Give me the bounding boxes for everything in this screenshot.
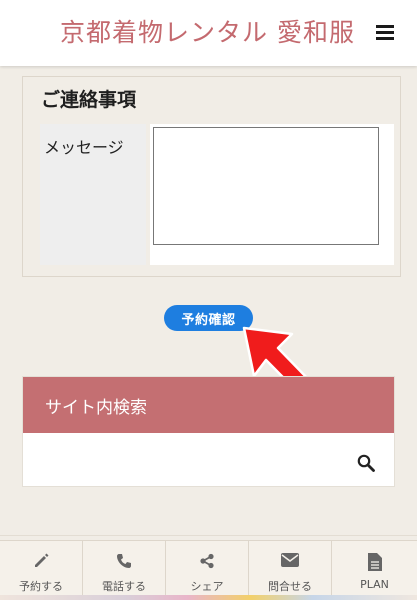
nav-item-inquiry[interactable]: 問合せる (249, 541, 332, 596)
message-label: メッセージ (44, 138, 124, 157)
nav-item-share[interactable]: シェア (166, 541, 249, 596)
document-icon (367, 553, 382, 571)
phone-icon (117, 554, 131, 568)
share-icon (200, 553, 214, 569)
envelope-icon (281, 553, 299, 567)
bottom-navigation-bar: 予約する 電話する シェア 問合せる PLAN (0, 540, 417, 596)
site-search-input[interactable] (23, 433, 343, 487)
search-title-bar: サイト内検索 (23, 377, 394, 433)
nav-label: 問合せる (268, 580, 312, 593)
nav-label: シェア (190, 580, 224, 593)
nav-item-reserve[interactable]: 予約する (0, 541, 83, 596)
nav-label: 電話する (102, 580, 146, 593)
pencil-icon (35, 553, 49, 567)
site-search-widget: サイト内検索 (22, 376, 395, 487)
message-textarea[interactable] (153, 127, 379, 245)
nav-item-call[interactable]: 電話する (83, 541, 166, 596)
site-title[interactable]: 京都着物レンタル 愛和服 (60, 13, 355, 49)
search-widget-title: サイト内検索 (45, 398, 147, 418)
message-field-cell (150, 124, 394, 265)
divider (0, 535, 417, 536)
search-icon[interactable] (357, 454, 375, 472)
section-heading: ご連絡事項 (41, 89, 137, 111)
message-label-cell: メッセージ (40, 124, 146, 265)
contact-notes-section: ご連絡事項 メッセージ (22, 76, 401, 277)
site-header: 京都着物レンタル 愛和服 (0, 0, 417, 66)
hamburger-menu-icon[interactable] (376, 25, 394, 41)
message-row: メッセージ (40, 124, 394, 265)
nav-item-plan[interactable]: PLAN (332, 541, 417, 596)
nav-label: PLAN (360, 578, 389, 591)
nav-label: 予約する (19, 580, 63, 593)
page-content-peek (0, 595, 417, 600)
